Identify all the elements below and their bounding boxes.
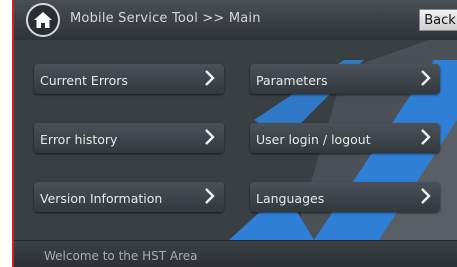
status-message: Welcome to the HST Area bbox=[44, 249, 198, 263]
user-login-logout-label: User login / logout bbox=[256, 132, 371, 147]
user-login-logout-button[interactable]: User login / logout bbox=[250, 123, 440, 153]
status-bar: Welcome to the HST Area bbox=[14, 240, 457, 267]
home-icon bbox=[34, 12, 52, 28]
chevron-right-icon bbox=[205, 188, 215, 204]
chevron-right-icon bbox=[205, 129, 215, 145]
app-frame: Mobile Service Tool >> Main Back Current… bbox=[0, 0, 457, 267]
languages-label: Languages bbox=[256, 191, 325, 206]
header-bar: Mobile Service Tool >> Main Back bbox=[14, 0, 457, 41]
version-information-label: Version Information bbox=[40, 191, 163, 206]
version-information-button[interactable]: Version Information bbox=[34, 182, 224, 212]
home-button[interactable] bbox=[26, 3, 60, 37]
current-errors-button[interactable]: Current Errors bbox=[34, 64, 224, 94]
device-screen: Mobile Service Tool >> Main Back Current… bbox=[14, 0, 457, 267]
current-errors-label: Current Errors bbox=[40, 73, 128, 88]
error-history-button[interactable]: Error history bbox=[34, 123, 224, 153]
languages-button[interactable]: Languages bbox=[250, 182, 440, 212]
page-title: Mobile Service Tool >> Main bbox=[70, 11, 261, 26]
left-frame-strip bbox=[0, 0, 14, 267]
chevron-right-icon bbox=[205, 70, 215, 86]
back-button[interactable]: Back bbox=[419, 9, 457, 31]
error-history-label: Error history bbox=[40, 132, 118, 147]
main-menu-area: Current Errors Parameters Error history … bbox=[14, 40, 457, 240]
parameters-label: Parameters bbox=[256, 73, 328, 88]
parameters-button[interactable]: Parameters bbox=[250, 64, 440, 94]
chevron-right-icon bbox=[421, 188, 431, 204]
chevron-right-icon bbox=[421, 70, 431, 86]
chevron-right-icon bbox=[421, 129, 431, 145]
